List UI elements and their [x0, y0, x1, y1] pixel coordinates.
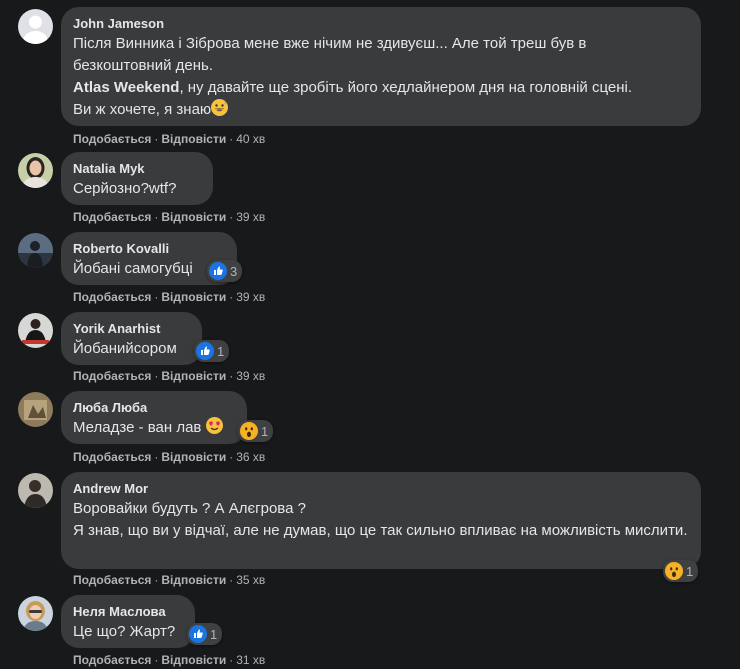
comment-actions: Подобається · Відповісти · 36 хв — [73, 449, 265, 465]
like-button[interactable]: Подобається — [73, 210, 151, 224]
avatar[interactable] — [18, 153, 53, 188]
separator: · — [229, 450, 234, 464]
comment-bubble: Natalia Myk Серйозно?wtf? — [61, 152, 213, 205]
comment-text: Я знав, що ви у відчаї, але не думав, що… — [73, 522, 688, 539]
reaction-count: 1 — [261, 423, 269, 439]
comment-author[interactable]: Natalia Myk — [73, 160, 201, 178]
comment-text: Це що? Жарт? — [73, 623, 176, 640]
comment-bubble: Неля Маслова Це що? Жарт? — [61, 595, 195, 648]
comment-actions: Подобається · Відповісти · 39 хв — [73, 289, 265, 305]
reaction-count: 1 — [686, 563, 694, 579]
profile-photo-icon — [18, 153, 53, 188]
comment-author[interactable]: Неля Маслова — [73, 603, 183, 621]
default-avatar-icon — [18, 9, 53, 44]
reaction-badge[interactable]: 1 — [194, 340, 230, 362]
separator: · — [154, 369, 159, 383]
comment-bubble: John Jameson Після Винника і Зіброва мен… — [61, 7, 701, 126]
avatar[interactable] — [18, 596, 53, 631]
avatar[interactable] — [18, 392, 53, 427]
separator: · — [229, 210, 234, 224]
grinning-sweat-emoji — [211, 99, 229, 116]
reply-button[interactable]: Відповісти — [161, 573, 226, 587]
separator: · — [229, 653, 234, 667]
comment-actions: Подобається · Відповісти · 35 хв — [73, 572, 265, 588]
reply-button[interactable]: Відповісти — [161, 653, 226, 667]
reaction-badge[interactable]: 1 — [238, 420, 274, 442]
comment-time[interactable]: 40 хв — [236, 132, 265, 146]
reaction-count: 1 — [217, 343, 225, 359]
profile-photo-icon — [18, 473, 53, 508]
reaction-count: 1 — [210, 626, 218, 642]
like-button[interactable]: Подобається — [73, 290, 151, 304]
comment-author[interactable]: Roberto Kovalli — [73, 240, 225, 258]
wow-reaction-icon — [665, 562, 683, 580]
comment-time[interactable]: 31 хв — [236, 653, 265, 667]
reply-button[interactable]: Відповісти — [161, 369, 226, 383]
reaction-count: 3 — [230, 263, 238, 279]
reaction-badge[interactable]: 1 — [663, 560, 699, 582]
comment-text-line: , ну давайте ще зробіть його хедлайнером… — [179, 79, 633, 96]
comment-author[interactable]: John Jameson — [73, 15, 689, 33]
comment-time[interactable]: 35 хв — [236, 573, 265, 587]
like-button[interactable]: Подобається — [73, 450, 151, 464]
comment-text: Після Винника і Зіброва мене вже нічим н… — [73, 33, 689, 121]
comment-author[interactable]: Люба Люба — [73, 399, 235, 417]
comment-time[interactable]: 39 хв — [236, 369, 265, 383]
comment-text-line: Меладзе - ван лав — [73, 419, 202, 436]
like-button[interactable]: Подобається — [73, 573, 151, 587]
comment-time[interactable]: 39 хв — [236, 290, 265, 304]
reply-button[interactable]: Відповісти — [161, 132, 226, 146]
like-reaction-icon — [196, 342, 214, 360]
comment-bubble: Люба Люба Меладзе - ван лав — [61, 391, 247, 444]
like-reaction-icon — [209, 262, 227, 280]
separator: · — [229, 369, 234, 383]
profile-photo-icon — [18, 392, 53, 427]
comment-text: Йобанийсором — [73, 340, 177, 357]
separator: · — [229, 290, 234, 304]
like-reaction-icon — [189, 625, 207, 643]
reply-button[interactable]: Відповісти — [161, 450, 226, 464]
separator: · — [154, 210, 159, 224]
comment-actions: Подобається · Відповісти · 31 хв — [73, 652, 265, 668]
comment-author[interactable]: Yorik Anarhist — [73, 320, 190, 338]
avatar[interactable] — [18, 313, 53, 348]
separator: · — [154, 290, 159, 304]
comment-actions: Подобається · Відповісти · 40 хв — [73, 131, 265, 147]
comment-bubble: Andrew Mor Воровайки будуть ? А Алєгрова… — [61, 472, 701, 569]
mention-link[interactable]: Atlas Weekend — [73, 79, 179, 96]
comment-actions: Подобається · Відповісти · 39 хв — [73, 368, 265, 384]
avatar[interactable] — [18, 9, 53, 44]
reply-button[interactable]: Відповісти — [161, 210, 226, 224]
separator: · — [154, 653, 159, 667]
comment-author[interactable]: Andrew Mor — [73, 480, 689, 498]
comment-text-line: Після Винника і Зіброва мене вже нічим н… — [73, 35, 587, 74]
comment-text: Йобані самогубці — [73, 260, 193, 277]
comment-time[interactable]: 39 хв — [236, 210, 265, 224]
comment-bubble: Yorik Anarhist Йобанийсором — [61, 312, 202, 365]
like-button[interactable]: Подобається — [73, 369, 151, 383]
comment-text: Меладзе - ван лав — [73, 417, 235, 439]
separator: · — [154, 132, 159, 146]
profile-photo-icon — [18, 313, 53, 348]
profile-photo-icon — [18, 596, 53, 631]
separator: · — [229, 573, 234, 587]
comment-text: Серйозно?wtf? — [73, 180, 177, 197]
reaction-badge[interactable]: 3 — [207, 260, 243, 282]
separator: · — [154, 573, 159, 587]
comment-time[interactable]: 36 хв — [236, 450, 265, 464]
like-button[interactable]: Подобається — [73, 132, 151, 146]
like-button[interactable]: Подобається — [73, 653, 151, 667]
separator: · — [229, 132, 234, 146]
profile-photo-icon — [18, 233, 53, 268]
avatar[interactable] — [18, 233, 53, 268]
separator: · — [154, 450, 159, 464]
comment-text-line: Ви ж хочете, я знаю — [73, 101, 212, 118]
comment-text: Воровайки будуть ? А Алєгрова ? — [73, 500, 306, 517]
heart-eyes-emoji — [205, 417, 223, 434]
reaction-badge[interactable]: 1 — [187, 623, 223, 645]
reply-button[interactable]: Відповісти — [161, 290, 226, 304]
comment-actions: Подобається · Відповісти · 39 хв — [73, 209, 265, 225]
wow-reaction-icon — [240, 422, 258, 440]
avatar[interactable] — [18, 473, 53, 508]
